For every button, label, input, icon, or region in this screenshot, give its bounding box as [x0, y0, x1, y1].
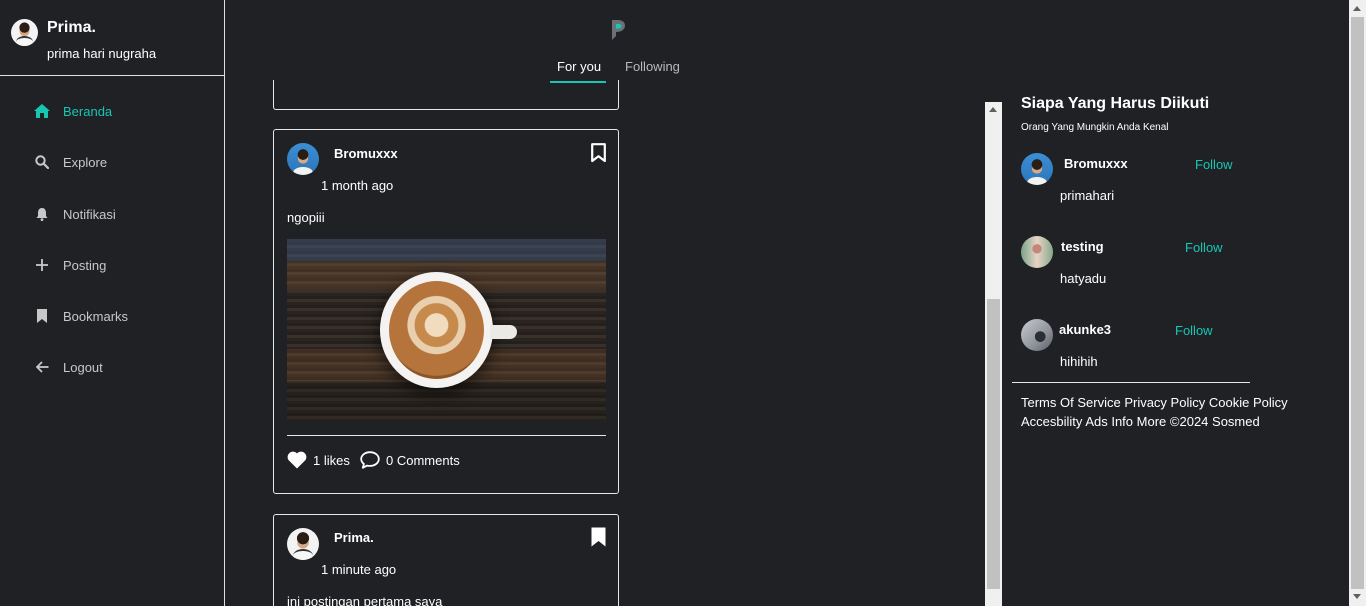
suggestion-handle: hatyadu	[1060, 271, 1107, 286]
nav-label: Notifikasi	[63, 206, 116, 222]
post-author[interactable]: Prima.	[334, 530, 374, 545]
right-column-scrollbar[interactable]	[985, 102, 1002, 606]
heart-icon	[287, 451, 307, 469]
post-text: ngopiii	[287, 210, 325, 225]
suggestion-avatar[interactable]	[1021, 236, 1053, 268]
like-count: 1 likes	[313, 452, 350, 468]
nav-item-posting[interactable]: Posting	[33, 255, 106, 275]
footer-link-accessibility[interactable]: Accesbility	[1021, 414, 1082, 429]
app-logo[interactable]	[609, 18, 627, 42]
bookmark-icon	[33, 307, 51, 325]
suggestions-title: Siapa Yang Harus Diikuti	[1021, 95, 1210, 112]
comment-button[interactable]: 0 Comments	[360, 450, 460, 470]
suggestion-name[interactable]: Bromuxxx	[1064, 156, 1128, 171]
nav-item-notifikasi[interactable]: Notifikasi	[33, 204, 116, 224]
nav-label: Posting	[63, 257, 107, 273]
divider	[287, 435, 606, 436]
like-button[interactable]: 1 likes	[287, 450, 350, 470]
footer-link-terms[interactable]: Terms Of Service	[1021, 395, 1121, 410]
comment-icon	[360, 451, 380, 469]
avatar[interactable]	[11, 19, 38, 46]
profile-handle: prima hari nugraha	[47, 46, 157, 61]
suggestion-name[interactable]: testing	[1061, 239, 1104, 254]
post-time: 1 minute ago	[321, 562, 397, 577]
suggestions-subtitle: Orang Yang Mungkin Anda Kenal	[1021, 122, 1169, 133]
window-scrollbar[interactable]	[1349, 0, 1366, 606]
suggestion-handle: hihihih	[1060, 354, 1098, 369]
nav-item-explore[interactable]: Explore	[33, 152, 107, 172]
search-icon	[33, 153, 51, 171]
sidebar: Prima. prima hari nugraha Beranda Explor…	[0, 0, 225, 606]
suggestion-avatar[interactable]	[1021, 319, 1053, 351]
scroll-up-arrow-icon[interactable]	[989, 107, 997, 112]
divider	[1012, 382, 1250, 383]
follow-button[interactable]: Follow	[1175, 323, 1213, 338]
post-card: Bromuxxx 1 month ago ngopiii 1 likes 0 C…	[273, 129, 619, 494]
scroll-down-arrow-icon[interactable]	[1353, 594, 1361, 599]
home-icon	[33, 102, 51, 120]
footer-link-cookie[interactable]: Cookie Policy	[1209, 395, 1288, 410]
scrollbar-thumb[interactable]	[987, 299, 1000, 589]
post-text: ini postingan pertama saya	[287, 594, 443, 606]
scrollbar-thumb[interactable]	[1351, 17, 1364, 589]
post-card: Prima. 1 minute ago ini postingan pertam…	[273, 514, 619, 606]
nav-label: Explore	[63, 154, 108, 170]
comment-count: 0 Comments	[386, 452, 460, 468]
tab-for-you[interactable]: For you	[557, 59, 601, 74]
suggestion-handle: primahari	[1060, 188, 1115, 203]
footer-copyright: ©2024 Sosmed	[1169, 414, 1260, 429]
tab-following[interactable]: Following	[625, 59, 680, 74]
nav-label: Bookmarks	[63, 308, 129, 324]
plus-icon	[33, 256, 51, 274]
footer-link-ads[interactable]: Ads Info	[1085, 414, 1133, 429]
nav-item-beranda[interactable]: Beranda	[33, 101, 112, 121]
footer-link-privacy[interactable]: Privacy Policy	[1124, 395, 1205, 410]
follow-button[interactable]: Follow	[1185, 240, 1223, 255]
footer-link-more[interactable]: More	[1137, 414, 1167, 429]
bookmark-filled-icon[interactable]	[591, 527, 606, 547]
post-author[interactable]: Bromuxxx	[334, 146, 398, 161]
post-time: 1 month ago	[321, 178, 394, 193]
bell-icon	[33, 205, 51, 223]
post-image-coffee[interactable]	[287, 239, 606, 422]
follow-button[interactable]: Follow	[1195, 157, 1233, 172]
nav-label: Logout	[63, 359, 103, 375]
bookmark-outline-icon[interactable]	[591, 143, 606, 163]
author-avatar[interactable]	[287, 143, 319, 175]
scroll-up-arrow-icon[interactable]	[1353, 6, 1361, 11]
footer-links: Terms Of Service Privacy Policy Cookie P…	[1021, 393, 1291, 431]
nav-item-bookmarks[interactable]: Bookmarks	[33, 306, 128, 326]
arrow-left-icon	[33, 358, 51, 376]
nav-label: Beranda	[63, 103, 113, 119]
post-card-previous	[273, 80, 619, 110]
nav-item-logout[interactable]: Logout	[33, 357, 103, 377]
author-avatar[interactable]	[287, 528, 319, 560]
profile-name: Prima.	[47, 19, 96, 36]
suggestion-name[interactable]: akunke3	[1059, 322, 1111, 337]
suggestion-avatar[interactable]	[1021, 153, 1053, 185]
profile-header[interactable]: Prima. prima hari nugraha	[0, 0, 224, 76]
